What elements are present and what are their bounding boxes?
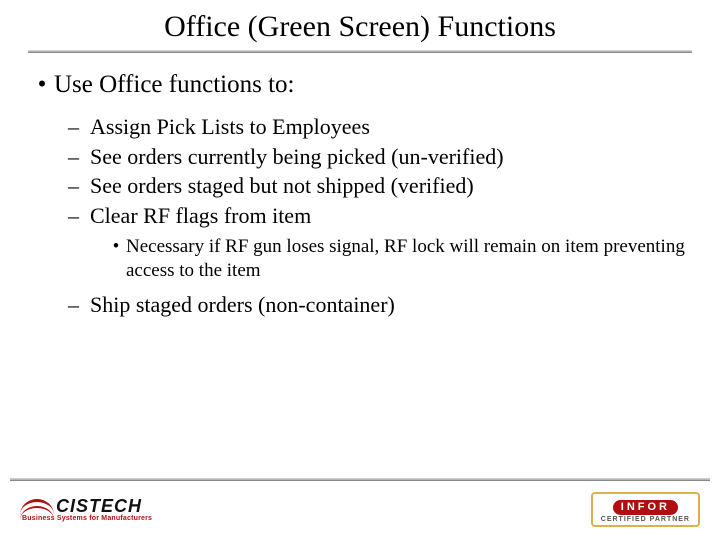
swoosh-icon <box>20 499 54 515</box>
item-text: See orders currently being picked (un-ve… <box>90 143 504 171</box>
dash-icon: – <box>68 113 90 141</box>
item-text: Clear RF flags from item <box>90 202 311 230</box>
cistech-name: CISTECH <box>56 496 142 517</box>
infor-tagline: CERTIFIED PARTNER <box>601 516 690 523</box>
bullet-level2: – See orders staged but not shipped (ver… <box>68 172 690 200</box>
item-text: Assign Pick Lists to Employees <box>90 113 370 141</box>
bullet-level2: – Ship staged orders (non-container) <box>68 291 690 319</box>
intro-text: Use Office functions to: <box>54 71 294 99</box>
bullet-dot-icon: • <box>106 235 126 283</box>
bullet-level1: • Use Office functions to: <box>30 71 690 99</box>
dash-icon: – <box>68 143 90 171</box>
bullet-level2: – Clear RF flags from item <box>68 202 690 230</box>
bullet-level3: • Necessary if RF gun loses signal, RF l… <box>106 235 690 283</box>
cistech-logo: CISTECH Business Systems for Manufacture… <box>20 496 152 522</box>
dash-icon: – <box>68 291 90 319</box>
slide-body: • Use Office functions to: – Assign Pick… <box>0 53 720 318</box>
bullet-dot-icon: • <box>30 71 54 99</box>
footer-divider <box>0 478 720 487</box>
bullet-level2: – See orders currently being picked (un-… <box>68 143 690 171</box>
slide-title: Office (Green Screen) Functions <box>0 0 720 50</box>
infor-partner-badge: INFOR CERTIFIED PARTNER <box>591 492 700 527</box>
item-text: Ship staged orders (non-container) <box>90 291 395 319</box>
dash-icon: – <box>68 202 90 230</box>
item-text: See orders staged but not shipped (verif… <box>90 172 474 200</box>
dash-icon: – <box>68 172 90 200</box>
slide-footer: CISTECH Business Systems for Manufacture… <box>0 478 720 540</box>
infor-name: INFOR <box>613 500 678 515</box>
bullet-level2: – Assign Pick Lists to Employees <box>68 113 690 141</box>
subnote-text: Necessary if RF gun loses signal, RF loc… <box>126 235 690 283</box>
